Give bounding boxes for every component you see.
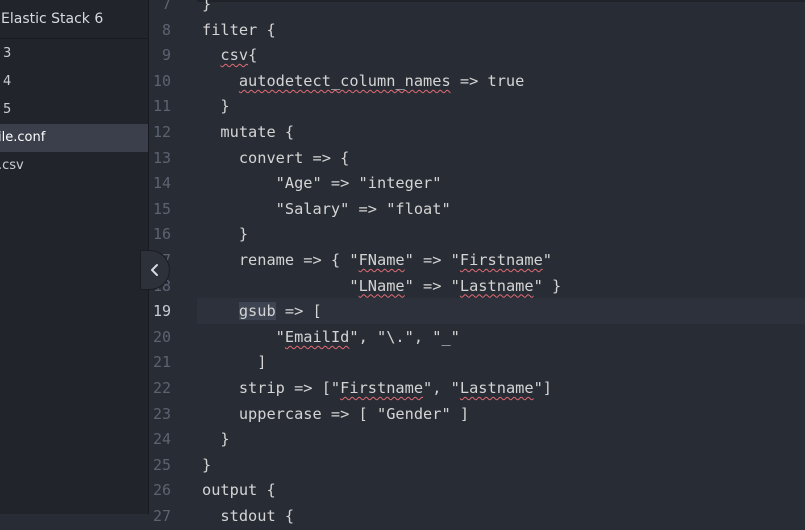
line-number: 25 — [152, 455, 171, 474]
file-list: 3 4 5 ile.conf .csv — [0, 40, 148, 180]
code-text: { — [248, 46, 258, 65]
code-line: "LName" => "Lastname" } — [202, 274, 561, 300]
code-text: ", " — [423, 379, 460, 397]
spell-error: LName — [358, 276, 405, 295]
code-line: "EmailId", "\.", "_" — [202, 325, 460, 351]
spell-error: Lastname — [459, 379, 534, 397]
tree-item[interactable]: .csv — [0, 152, 148, 180]
code-text: "] — [533, 379, 552, 397]
code-line: stdout { — [202, 507, 295, 525]
tree-view: Elastic Stack 6 3 4 5 ile.conf .csv — [0, 0, 149, 514]
line-number: 21 — [152, 353, 171, 372]
tree-item-selected[interactable]: ile.conf — [0, 124, 148, 152]
line-number: 9 — [161, 46, 171, 65]
line-number: 12 — [152, 123, 171, 141]
code-area[interactable]: } filter { csv{ autodetect_column_names … — [202, 0, 805, 525]
line-number: 20 — [152, 327, 171, 346]
code-text: " } — [533, 276, 562, 295]
line-number: 22 — [152, 379, 171, 397]
code-text: " => " — [404, 276, 460, 295]
code-line: mutate { — [202, 123, 295, 141]
code-line: ] — [202, 353, 267, 372]
code-line: autodetect_column_names => true — [202, 69, 525, 95]
code-line: filter { — [202, 20, 276, 39]
line-number: 11 — [152, 97, 171, 116]
code-text: strip => [" — [202, 379, 341, 397]
line-number: 23 — [152, 404, 171, 423]
code-text: " — [202, 276, 359, 295]
code-line: } — [202, 455, 212, 474]
tree-item[interactable]: 4 — [0, 68, 148, 96]
code-text: ", "\.", "_" — [349, 327, 460, 346]
line-number: 8 — [161, 20, 171, 39]
line-number: 13 — [152, 148, 171, 167]
spell-error: EmailId — [284, 327, 350, 346]
code-line: rename => { "FName" => "Firstname" — [202, 248, 552, 274]
code-text: " => " — [404, 251, 460, 269]
code-line: csv{ — [202, 43, 257, 69]
spell-error: Lastname — [459, 276, 534, 295]
line-number: 7 — [161, 0, 171, 13]
code-text: " — [202, 327, 285, 346]
line-number: 26 — [152, 481, 171, 500]
code-text: => true — [450, 71, 525, 90]
code-line: uppercase => [ "Gender" ] — [202, 404, 470, 423]
code-line: "Age" => "integer" — [202, 174, 442, 193]
tree-item[interactable]: 5 — [0, 96, 148, 124]
code-line: } — [202, 430, 230, 449]
code-editor[interactable]: 7 8 9 10 11 12 13 14 15 16 17 18 19 20 2… — [149, 0, 805, 525]
code-line: "Salary" => "float" — [202, 199, 451, 218]
code-line: } — [202, 225, 249, 244]
code-line: output { — [202, 481, 276, 500]
spell-error: FName — [358, 251, 405, 269]
line-number-active: 19 — [152, 302, 171, 321]
spell-error: Firstname — [340, 379, 424, 397]
code-text: " — [542, 251, 552, 269]
selected-word: gsub — [238, 302, 276, 321]
project-title[interactable]: Elastic Stack 6 — [0, 0, 148, 39]
line-number: 10 — [152, 71, 171, 90]
spell-error: autodetect_column_names — [238, 71, 451, 90]
code-text: rename => { " — [202, 251, 359, 269]
line-number: 15 — [152, 199, 171, 218]
code-line: strip => ["Firstname", "Lastname"] — [202, 376, 552, 402]
spell-error: csv — [220, 46, 249, 65]
spell-error: Firstname — [459, 251, 543, 269]
code-line: } — [202, 97, 230, 116]
code-line: } — [202, 0, 212, 13]
tree-item[interactable]: 3 — [0, 40, 148, 68]
code-line-active: gsub => [ — [202, 299, 322, 325]
code-line: convert => { — [202, 148, 350, 167]
code-text: => [ — [275, 302, 322, 321]
line-number: 14 — [152, 174, 171, 193]
line-number: 27 — [152, 507, 171, 525]
line-number: 24 — [152, 430, 171, 449]
line-number: 16 — [152, 225, 171, 244]
chevron-left-icon — [151, 264, 158, 276]
